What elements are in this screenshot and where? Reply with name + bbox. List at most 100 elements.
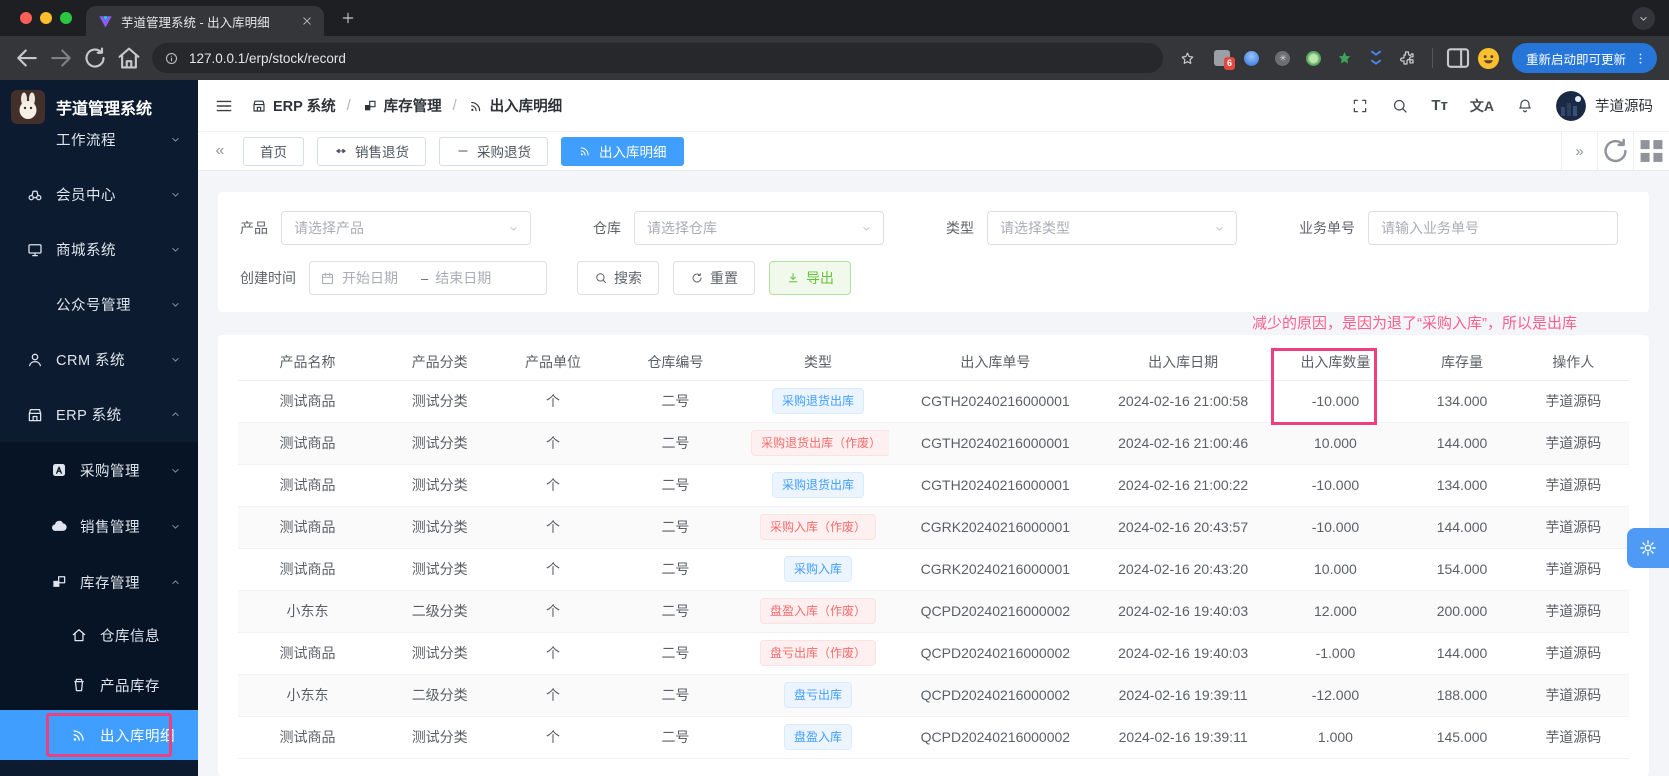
- browser-menu-dots-icon[interactable]: [1633, 51, 1648, 66]
- forward-button[interactable]: [46, 43, 76, 73]
- cell-category: 测试分类: [377, 632, 503, 675]
- record-icon: [70, 726, 88, 744]
- cell-operator: 芋道源码: [1517, 716, 1629, 759]
- profile-avatar[interactable]: [1477, 47, 1500, 70]
- font-size-icon[interactable]: Tт: [1431, 97, 1448, 114]
- cell-category: 测试分类: [377, 506, 503, 549]
- notification-bell-icon[interactable]: [1516, 97, 1534, 115]
- layout-grid-icon[interactable]: [1633, 132, 1669, 170]
- breadcrumb-item-0[interactable]: ERP 系统: [251, 95, 336, 116]
- type-select[interactable]: [987, 211, 1237, 245]
- type-select-input[interactable]: [1000, 220, 1213, 236]
- tab-search-button[interactable]: [1632, 6, 1655, 30]
- sidebar-item-9[interactable]: 仓库信息: [0, 610, 198, 660]
- extension-icon-gray[interactable]: ✳: [1274, 49, 1292, 67]
- extension-icon-green[interactable]: [1305, 49, 1323, 67]
- cell-stock: 134.000: [1406, 464, 1518, 507]
- date-end-input[interactable]: [435, 270, 508, 286]
- sidebar-item-3[interactable]: 公众号管理: [0, 277, 198, 332]
- cell-quantity: 10.000: [1264, 422, 1407, 465]
- browser-tabstrip: 芋道管理系统 - 出入库明细: [0, 0, 1669, 36]
- sidebar-item-label: 产品库存: [100, 678, 160, 695]
- table-body: 测试商品 测试分类个二号 采购退货出库 CGTH20240216000001 2024-…: [238, 380, 1629, 759]
- type-badge: 盘盈入库: [784, 724, 853, 750]
- warehouse-select-input[interactable]: [647, 220, 860, 236]
- sidebar-item-8[interactable]: 库存管理: [0, 554, 198, 610]
- back-button[interactable]: [12, 43, 42, 73]
- page-tab-1[interactable]: 销售退货: [317, 136, 426, 166]
- product-select[interactable]: [281, 211, 531, 245]
- table-row[interactable]: 测试商品 测试分类个二号 盘盈入库 QCPD20240216000002 2024-02…: [238, 716, 1629, 759]
- extension-icon-badge[interactable]: 6: [1213, 50, 1235, 70]
- table-row[interactable]: 测试商品 测试分类个二号 采购入库（作废） CGRK20240216000001 202…: [238, 506, 1629, 549]
- browser-tab[interactable]: 芋道管理系统 - 出入库明细: [86, 6, 324, 36]
- bizno-input[interactable]: [1381, 220, 1605, 236]
- sidebar-item-4[interactable]: CRM 系统: [0, 332, 198, 387]
- search-icon[interactable]: [1391, 97, 1409, 115]
- tabs-scroll-right-icon[interactable]: »: [1561, 132, 1597, 170]
- reset-button[interactable]: 重置: [673, 261, 755, 295]
- type-badge: 采购退货出库: [772, 388, 865, 414]
- minimize-window-button[interactable]: [40, 12, 52, 24]
- extension-icon-drop[interactable]: [1243, 49, 1261, 67]
- sidebar-item-6[interactable]: 采购管理: [0, 442, 198, 498]
- sidebar-item-5[interactable]: ERP 系统: [0, 387, 198, 442]
- table-row[interactable]: 测试商品 测试分类个二号 采购退货出库（作废） CGTH20240216000001 2…: [238, 422, 1629, 465]
- refresh-page-icon[interactable]: [1597, 132, 1633, 170]
- date-start-input[interactable]: [342, 270, 414, 286]
- search-button[interactable]: 搜索: [577, 261, 659, 295]
- app-window: 芋道管理系统 工作流程 会员中心 商城系统 公众号管理 CRM 系统 ERP 系统 采购管理…: [0, 80, 1669, 776]
- table-row[interactable]: 测试商品 测试分类个二号 盘亏出库（作废） QCPD20240216000002 202…: [238, 632, 1629, 675]
- cell-type: 采购退货出库: [747, 380, 889, 423]
- sale-return-icon: [334, 144, 348, 158]
- warehouse-label: 仓库: [593, 220, 621, 236]
- update-button[interactable]: 重新启动即可更新: [1511, 43, 1657, 73]
- close-tab-icon[interactable]: [300, 14, 314, 28]
- user-menu[interactable]: 芋道源码: [1556, 90, 1653, 121]
- cell-warehouse: 二号: [603, 548, 748, 591]
- warehouse-select[interactable]: [634, 211, 884, 245]
- sidebar-menu: 工作流程 会员中心 商城系统 公众号管理 CRM 系统 ERP 系统 采购管理 销售管理 库存管…: [0, 112, 198, 760]
- sidebar-item-label: 公众号管理: [56, 298, 131, 314]
- zoom-window-button[interactable]: [60, 12, 72, 24]
- calendar-icon: [320, 271, 335, 286]
- extension-icon-star[interactable]: [1336, 49, 1354, 67]
- translate-icon[interactable]: 文A: [1470, 96, 1494, 116]
- address-bar[interactable]: 127.0.0.1/erp/stock/record: [152, 43, 1163, 73]
- page-tab-3[interactable]: 出入库明细: [561, 136, 684, 166]
- sidebar-item-1[interactable]: 会员中心: [0, 167, 198, 222]
- table-row[interactable]: 测试商品 测试分类个二号 采购退货出库 CGTH20240216000001 2024-…: [238, 464, 1629, 507]
- collapse-sidebar-icon[interactable]: [214, 96, 234, 116]
- side-panel-icon[interactable]: [1443, 43, 1473, 73]
- table-row[interactable]: 测试商品 测试分类个二号 采购入库 CGRK20240216000001 2024-02…: [238, 548, 1629, 591]
- page-tab-0[interactable]: 首页: [243, 136, 304, 166]
- extension-icon-chevrons[interactable]: [1367, 49, 1385, 67]
- type-label: 类型: [946, 220, 974, 236]
- app-logo-row[interactable]: 芋道管理系统: [0, 80, 198, 133]
- export-button[interactable]: 导出: [769, 261, 851, 295]
- new-tab-button[interactable]: [340, 10, 356, 26]
- sidebar-item-10[interactable]: 产品库存: [0, 660, 198, 710]
- reload-button[interactable]: [80, 43, 110, 73]
- column-header-1: 产品分类: [377, 345, 503, 381]
- table-row[interactable]: 测试商品 测试分类个二号 采购退货出库 CGTH20240216000001 2024-…: [238, 380, 1629, 423]
- breadcrumb-item-2[interactable]: 出入库明细: [468, 95, 562, 116]
- cell-warehouse: 二号: [603, 590, 748, 633]
- extensions-puzzle-icon[interactable]: [1398, 49, 1416, 67]
- fullscreen-icon[interactable]: [1351, 97, 1369, 115]
- sidebar-item-11[interactable]: 出入库明细: [0, 710, 198, 760]
- product-select-input[interactable]: [294, 220, 507, 236]
- close-window-button[interactable]: [20, 12, 32, 24]
- tabs-scroll-left-icon[interactable]: «: [210, 142, 230, 160]
- sidebar-item-2[interactable]: 商城系统: [0, 222, 198, 277]
- table-row[interactable]: 小东东 二级分类个二号 盘亏出库 QCPD20240216000002 2024-02-…: [238, 674, 1629, 717]
- page-tab-2[interactable]: 采购退货: [439, 136, 548, 166]
- sidebar-item-7[interactable]: 销售管理: [0, 498, 198, 554]
- table-row[interactable]: 小东东 二级分类个二号 盘盈入库（作废） QCPD20240216000002 2024…: [238, 590, 1629, 633]
- settings-fab[interactable]: [1627, 528, 1669, 568]
- bookmark-star-icon[interactable]: [1179, 50, 1196, 67]
- site-info-icon[interactable]: [164, 51, 179, 66]
- home-button[interactable]: [114, 43, 144, 73]
- breadcrumb-item-1[interactable]: 库存管理: [362, 95, 442, 116]
- date-range-picker[interactable]: –: [309, 261, 547, 295]
